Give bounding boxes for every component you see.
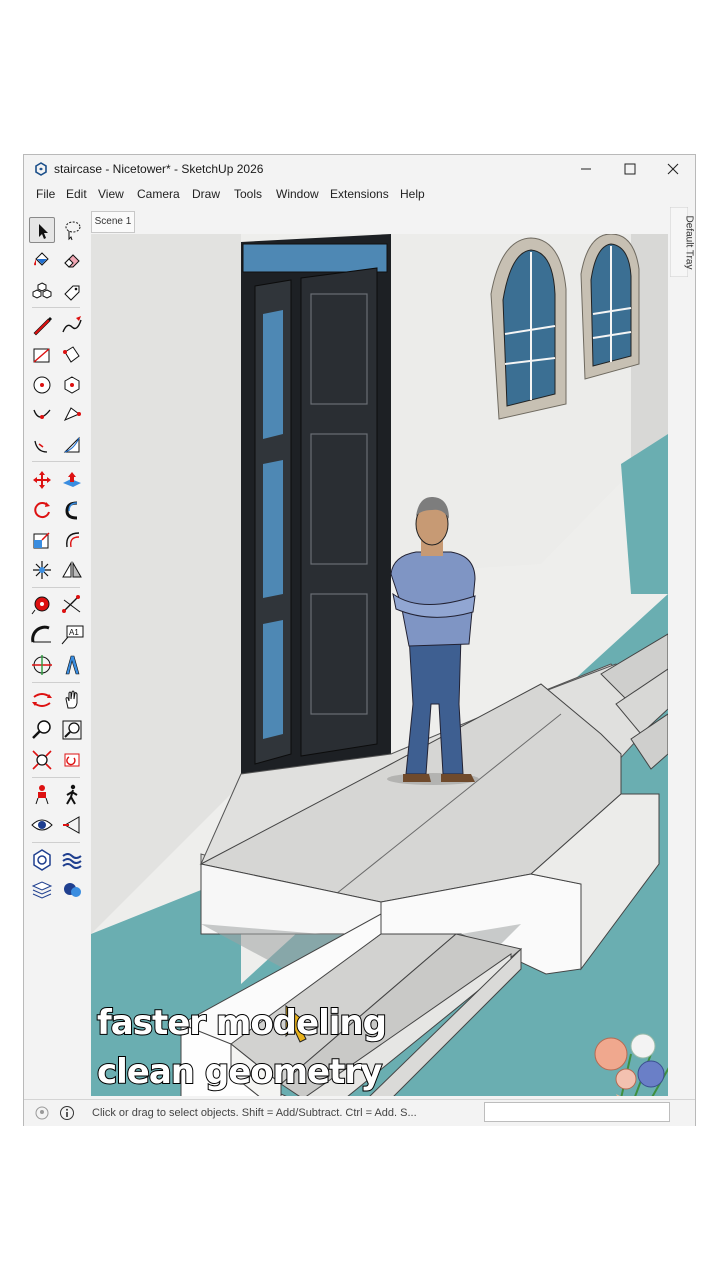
svg-text:A1: A1: [69, 628, 79, 637]
toolbar-separator: [32, 461, 80, 462]
menu-edit[interactable]: Edit: [66, 187, 87, 201]
model-drawing: [91, 234, 668, 1096]
toolbar-separator: [32, 587, 80, 588]
zoom-window-icon[interactable]: [59, 717, 85, 743]
zoom-extents-icon[interactable]: [29, 747, 55, 773]
toolbar-separator: [32, 307, 80, 308]
menu-file[interactable]: File: [36, 187, 55, 201]
push-pull-icon[interactable]: [59, 467, 85, 493]
previous-view-icon[interactable]: [59, 747, 85, 773]
scale-icon[interactable]: [29, 527, 55, 553]
rotated-rectangle-icon[interactable]: [59, 342, 85, 368]
line-tool-icon[interactable]: [29, 312, 55, 338]
measurements-box[interactable]: [484, 1102, 670, 1122]
select-tool-icon[interactable]: [29, 217, 55, 243]
polygon-icon[interactable]: [59, 372, 85, 398]
maximize-icon[interactable]: [619, 159, 641, 179]
lasso-select-icon[interactable]: [59, 217, 85, 243]
tape-measure-icon[interactable]: [29, 592, 55, 618]
menu-bar: File Edit View Camera Draw Tools Window …: [24, 184, 695, 206]
model-viewport[interactable]: [91, 234, 668, 1096]
look-around-icon[interactable]: [29, 812, 55, 838]
menu-tools[interactable]: Tools: [234, 187, 262, 201]
menu-extensions[interactable]: Extensions: [330, 187, 389, 201]
offset-icon[interactable]: [59, 527, 85, 553]
minimize-icon[interactable]: [575, 159, 597, 179]
menu-camera[interactable]: Camera: [137, 187, 180, 201]
menu-view[interactable]: View: [98, 187, 124, 201]
paint-bucket-icon[interactable]: [29, 247, 55, 273]
large-tool-set: A1: [24, 209, 88, 1099]
explode-icon[interactable]: [29, 557, 55, 583]
follow-me-icon[interactable]: [59, 497, 85, 523]
circle-icon[interactable]: [29, 372, 55, 398]
close-icon[interactable]: [662, 159, 684, 179]
chat-icon[interactable]: [59, 877, 85, 903]
2-point-arc-icon[interactable]: [59, 402, 85, 428]
3-point-arc-icon[interactable]: [59, 432, 85, 458]
menu-help[interactable]: Help: [400, 187, 425, 201]
menu-draw[interactable]: Draw: [192, 187, 220, 201]
warehouse-icon[interactable]: [29, 847, 55, 873]
axes-icon[interactable]: [29, 652, 55, 678]
toolbar-separator: [32, 777, 80, 778]
default-tray-label: Default Tray: [683, 215, 695, 270]
scene-tab[interactable]: Scene 1: [91, 211, 135, 233]
extension-manager-icon[interactable]: [59, 847, 85, 873]
make-component-icon[interactable]: [29, 278, 55, 304]
rectangle-icon[interactable]: [29, 342, 55, 368]
geolocation-icon[interactable]: [34, 1105, 50, 1121]
layers-icon[interactable]: [29, 877, 55, 903]
menu-window[interactable]: Window: [276, 187, 319, 201]
sketchup-logo-icon: [35, 162, 47, 176]
orbit-icon[interactable]: [29, 687, 55, 713]
pie-icon[interactable]: [29, 432, 55, 458]
text-icon[interactable]: A1: [59, 622, 85, 648]
rotate-icon[interactable]: [29, 497, 55, 523]
dimension-icon[interactable]: [59, 592, 85, 618]
entrance-door: [241, 234, 391, 804]
info-icon[interactable]: [59, 1105, 75, 1121]
move-icon[interactable]: [29, 467, 55, 493]
toolbar-separator: [32, 842, 80, 843]
section-plane-icon[interactable]: [59, 812, 85, 838]
protractor-icon[interactable]: [29, 622, 55, 648]
tag-tool-icon[interactable]: [59, 278, 85, 304]
status-hint: Click or drag to select objects. Shift =…: [92, 1107, 417, 1119]
caption-line-2: clean geometry: [96, 1051, 383, 1093]
pan-icon[interactable]: [59, 687, 85, 713]
3d-text-icon[interactable]: [59, 652, 85, 678]
walk-icon[interactable]: [59, 782, 85, 808]
zoom-icon[interactable]: [29, 717, 55, 743]
position-camera-icon[interactable]: [29, 782, 55, 808]
caption-line-1: faster modeling: [96, 1002, 388, 1044]
flip-icon[interactable]: [59, 557, 85, 583]
status-bar: Click or drag to select objects. Shift =…: [24, 1099, 695, 1126]
sketchup-window: staircase - Nicetower* - SketchUp 2026 F…: [23, 154, 696, 1126]
eraser-icon[interactable]: [59, 247, 85, 273]
arc-icon[interactable]: [29, 402, 55, 428]
window-title: staircase - Nicetower* - SketchUp 2026: [54, 162, 264, 176]
toolbar-separator: [32, 682, 80, 683]
freehand-icon[interactable]: [59, 312, 85, 338]
title-bar[interactable]: staircase - Nicetower* - SketchUp 2026: [24, 155, 695, 184]
